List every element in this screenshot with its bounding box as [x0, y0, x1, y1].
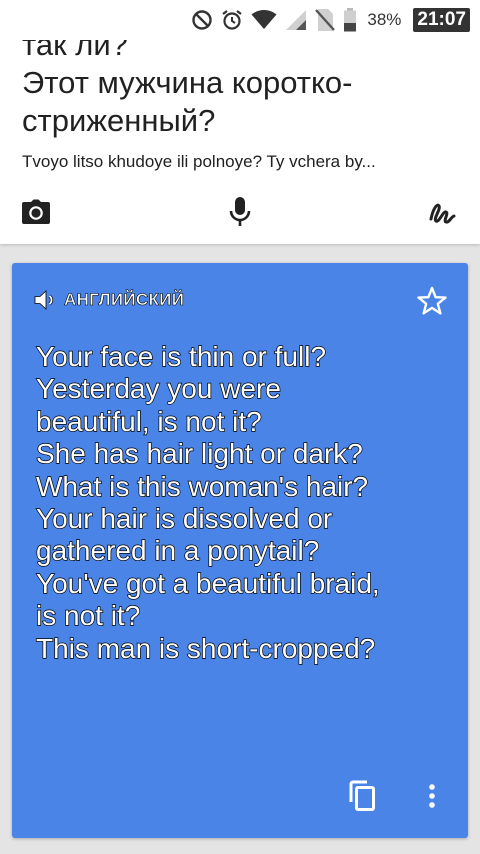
battery-percentage: 38%	[367, 10, 402, 29]
target-language-row[interactable]: АНГЛИЙСКИЙ	[34, 285, 184, 315]
handwriting-button[interactable]	[420, 190, 464, 234]
status-bar: 38% 21:07	[0, 0, 480, 40]
copy-icon	[349, 780, 375, 811]
no-sim-icon	[315, 9, 336, 31]
camera-icon	[22, 199, 50, 224]
translation-card: АНГЛИЙСКИЙ Your face is thin or full? Ye…	[12, 263, 468, 838]
translation-text[interactable]: Your face is thin or full? Yesterday you…	[35, 340, 456, 665]
clock-time: 21:07	[413, 8, 470, 32]
microphone-button[interactable]	[218, 190, 262, 234]
transliteration-text: Tvoyo litso khudoye ili polnoye? Ty vche…	[22, 152, 376, 171]
battery-icon	[344, 8, 357, 32]
wifi-icon	[251, 10, 277, 29]
source-text[interactable]: так ли? Этот мужчина коротко- стриженный…	[22, 26, 462, 140]
blocked-icon	[192, 10, 213, 30]
camera-button[interactable]	[14, 190, 58, 234]
more-vert-icon	[429, 784, 435, 808]
microphone-icon	[229, 197, 251, 226]
speaker-icon[interactable]	[34, 290, 58, 310]
signal-icon	[286, 10, 307, 30]
star-icon[interactable]	[416, 285, 448, 317]
target-language-label: АНГЛИЙСКИЙ	[64, 290, 185, 310]
copy-button[interactable]	[342, 776, 382, 816]
alarm-icon	[222, 10, 243, 30]
more-options-button[interactable]	[414, 776, 450, 816]
handwriting-icon	[429, 203, 456, 224]
source-actions-bar	[0, 190, 480, 234]
